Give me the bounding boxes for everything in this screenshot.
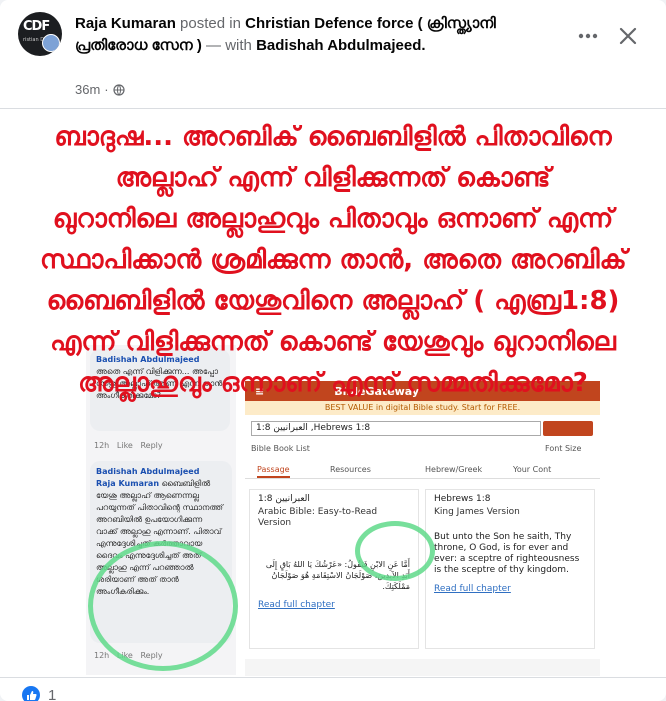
tab-passage: Passage: [257, 465, 290, 478]
highlight-circle: [88, 541, 238, 671]
group-avatar[interactable]: CDF ristian Defen: [18, 12, 62, 56]
read-full-chapter-link: Read full chapter: [434, 584, 511, 594]
tab-your-content: Your Cont: [513, 465, 552, 474]
post-timestamp[interactable]: 36m: [75, 82, 100, 97]
kjv-reference: Hebrews 1:8: [434, 494, 491, 504]
headline-line: അല്ലാഹ് എന്ന് വിളിക്കുന്നത് കൊണ്ട്: [115, 163, 551, 193]
post-card: CDF ristian Defen Raja Kumaran posted in…: [0, 0, 666, 701]
passage-search-input: العبرانيين 1:8 ,Hebrews 1:8: [251, 421, 541, 436]
comment-author: Badishah Abdulmajeed: [96, 467, 200, 476]
headline-line: ബാദുഷ... അറബിക് ബൈബിളിൽ പിതാവിനെ: [54, 122, 612, 152]
comment-meta: 12h Like Reply: [94, 441, 163, 450]
posted-in-label: posted in: [180, 15, 241, 32]
tab-hebrew-greek: Hebrew/Greek: [425, 465, 483, 474]
highlight-circle: [355, 521, 435, 581]
reactions-bar: [0, 678, 666, 701]
close-icon: [619, 27, 637, 45]
kjv-passage-column: Hebrews 1:8 King James Version But unto …: [425, 489, 595, 649]
post-title-line: Raja Kumaran posted in Christian Defence…: [75, 13, 555, 57]
reaction-count[interactable]: 1: [48, 687, 56, 701]
with-label: — with: [206, 37, 252, 54]
read-full-chapter-link: Read full chapter: [258, 600, 335, 610]
like-icon[interactable]: [22, 686, 40, 701]
more-dots-icon: [578, 33, 598, 39]
more-options-button[interactable]: [570, 18, 606, 54]
biblegateway-screenshot: ≡ BibleGateway BEST VALUE in digital Bib…: [245, 381, 600, 676]
android-nav-bar: [245, 659, 600, 676]
user-avatar-badge: [42, 34, 60, 52]
post-header: CDF ristian Defen Raja Kumaran posted in…: [0, 0, 666, 108]
avatar-logo-text: CDF: [23, 19, 50, 34]
globe-icon[interactable]: [113, 83, 125, 96]
comment-tag: Raja Kumaran: [96, 479, 160, 488]
kjv-verse-text: But unto the Son he saith, Thy throne, O…: [434, 532, 580, 575]
post-meta: 36m ·: [75, 82, 125, 97]
headline-line: ഖുറാനിലെ അല്ലാഹുവും പിതാവും ഒന്നാണ് എന്ന…: [52, 204, 614, 234]
biblegateway-tabs: Passage Resources Hebrew/Greek Your Cont: [245, 461, 600, 479]
search-button: [543, 421, 593, 436]
author-link[interactable]: Raja Kumaran: [75, 15, 176, 32]
tagged-user-link[interactable]: Badishah Abdulmajeed.: [256, 37, 425, 54]
post-image[interactable]: Badishah Abdulmajeed അതെ എന്ന് വിളിക്കുന…: [0, 108, 666, 678]
book-list-link: Bible Book List: [251, 444, 310, 453]
headline-line: ബൈബിളിൽ യേശുവിനെ അല്ലാഹ് ( എബ്ര1:8): [46, 286, 620, 316]
image-headline: ബാദുഷ... അറബിക് ബൈബിളിൽ പിതാവിനെ അല്ലാഹ്…: [40, 117, 627, 404]
headline-line: സ്ഥാപിക്കാൻ ശ്രമിക്കുന്ന താൻ, അതെ അറബിക്: [40, 245, 627, 275]
font-size-control: Font Size: [545, 444, 582, 453]
headline-line: എന്ന് വിളിക്കുന്നത് കൊണ്ട് യേശുവും ഖുറാന…: [50, 327, 616, 357]
close-button[interactable]: [610, 18, 646, 54]
kjv-version: King James Version: [434, 507, 520, 517]
tab-resources: Resources: [330, 465, 371, 474]
arabic-reference: العبرانيين 1:8: [258, 494, 310, 504]
headline-line: അല്ലാഹുവും ഒന്നാണ് എന്ന് സമ്മതിക്കുമോ?: [78, 368, 588, 398]
